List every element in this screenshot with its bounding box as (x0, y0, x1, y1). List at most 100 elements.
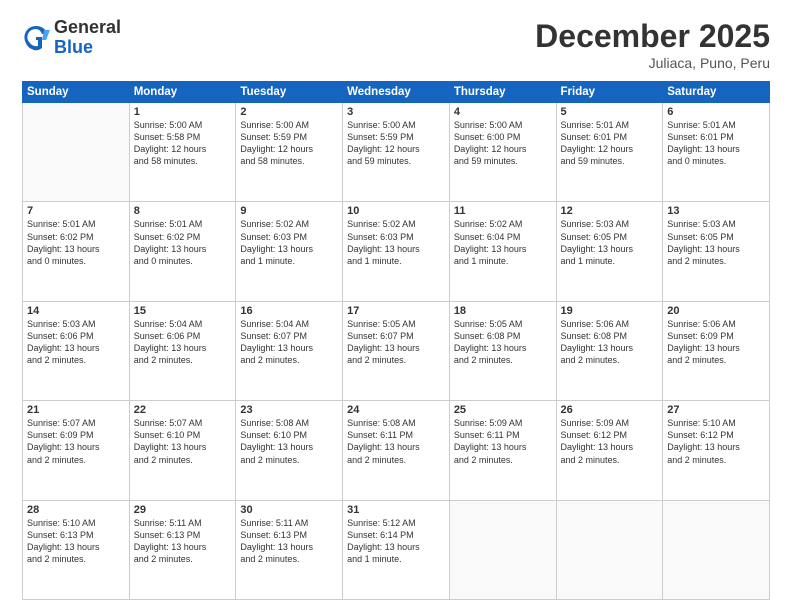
calendar-cell: 7Sunrise: 5:01 AM Sunset: 6:02 PM Daylig… (23, 202, 130, 301)
day-info: Sunrise: 5:06 AM Sunset: 6:08 PM Dayligh… (561, 318, 659, 367)
day-number: 29 (134, 504, 232, 516)
day-number: 28 (27, 504, 125, 516)
day-number: 9 (240, 205, 338, 217)
day-info: Sunrise: 5:10 AM Sunset: 6:12 PM Dayligh… (667, 417, 765, 466)
day-info: Sunrise: 5:11 AM Sunset: 6:13 PM Dayligh… (134, 517, 232, 566)
day-number: 19 (561, 305, 659, 317)
month-title: December 2025 (535, 18, 770, 55)
day-number: 23 (240, 404, 338, 416)
day-info: Sunrise: 5:00 AM Sunset: 5:59 PM Dayligh… (347, 119, 445, 168)
calendar-cell: 28Sunrise: 5:10 AM Sunset: 6:13 PM Dayli… (23, 500, 130, 599)
calendar-cell: 5Sunrise: 5:01 AM Sunset: 6:01 PM Daylig… (556, 103, 663, 202)
day-info: Sunrise: 5:01 AM Sunset: 6:01 PM Dayligh… (561, 119, 659, 168)
calendar-cell: 11Sunrise: 5:02 AM Sunset: 6:04 PM Dayli… (449, 202, 556, 301)
page: General Blue December 2025 Juliaca, Puno… (0, 0, 792, 612)
calendar-cell: 26Sunrise: 5:09 AM Sunset: 6:12 PM Dayli… (556, 401, 663, 500)
day-info: Sunrise: 5:07 AM Sunset: 6:10 PM Dayligh… (134, 417, 232, 466)
day-number: 13 (667, 205, 765, 217)
title-block: December 2025 Juliaca, Puno, Peru (535, 18, 770, 71)
calendar-cell: 14Sunrise: 5:03 AM Sunset: 6:06 PM Dayli… (23, 301, 130, 400)
day-number: 30 (240, 504, 338, 516)
calendar-cell: 13Sunrise: 5:03 AM Sunset: 6:05 PM Dayli… (663, 202, 770, 301)
day-number: 21 (27, 404, 125, 416)
day-info: Sunrise: 5:08 AM Sunset: 6:10 PM Dayligh… (240, 417, 338, 466)
day-info: Sunrise: 5:02 AM Sunset: 6:03 PM Dayligh… (347, 218, 445, 267)
calendar-week-row: 7Sunrise: 5:01 AM Sunset: 6:02 PM Daylig… (23, 202, 770, 301)
calendar-week-row: 1Sunrise: 5:00 AM Sunset: 5:58 PM Daylig… (23, 103, 770, 202)
day-info: Sunrise: 5:05 AM Sunset: 6:08 PM Dayligh… (454, 318, 552, 367)
day-number: 3 (347, 106, 445, 118)
calendar-cell: 3Sunrise: 5:00 AM Sunset: 5:59 PM Daylig… (343, 103, 450, 202)
day-number: 18 (454, 305, 552, 317)
logo-blue-text: Blue (54, 38, 121, 58)
day-number: 26 (561, 404, 659, 416)
day-info: Sunrise: 5:00 AM Sunset: 6:00 PM Dayligh… (454, 119, 552, 168)
logo-general-text: General (54, 18, 121, 38)
calendar-cell: 12Sunrise: 5:03 AM Sunset: 6:05 PM Dayli… (556, 202, 663, 301)
day-number: 7 (27, 205, 125, 217)
calendar: SundayMondayTuesdayWednesdayThursdayFrid… (22, 81, 770, 600)
calendar-cell: 21Sunrise: 5:07 AM Sunset: 6:09 PM Dayli… (23, 401, 130, 500)
day-info: Sunrise: 5:02 AM Sunset: 6:04 PM Dayligh… (454, 218, 552, 267)
day-number: 16 (240, 305, 338, 317)
calendar-cell: 9Sunrise: 5:02 AM Sunset: 6:03 PM Daylig… (236, 202, 343, 301)
calendar-week-row: 28Sunrise: 5:10 AM Sunset: 6:13 PM Dayli… (23, 500, 770, 599)
day-info: Sunrise: 5:04 AM Sunset: 6:06 PM Dayligh… (134, 318, 232, 367)
calendar-cell: 8Sunrise: 5:01 AM Sunset: 6:02 PM Daylig… (129, 202, 236, 301)
calendar-cell: 2Sunrise: 5:00 AM Sunset: 5:59 PM Daylig… (236, 103, 343, 202)
day-info: Sunrise: 5:04 AM Sunset: 6:07 PM Dayligh… (240, 318, 338, 367)
day-number: 31 (347, 504, 445, 516)
calendar-cell: 20Sunrise: 5:06 AM Sunset: 6:09 PM Dayli… (663, 301, 770, 400)
logo-icon (22, 24, 50, 52)
calendar-cell: 19Sunrise: 5:06 AM Sunset: 6:08 PM Dayli… (556, 301, 663, 400)
calendar-week-row: 14Sunrise: 5:03 AM Sunset: 6:06 PM Dayli… (23, 301, 770, 400)
day-number: 27 (667, 404, 765, 416)
day-info: Sunrise: 5:09 AM Sunset: 6:11 PM Dayligh… (454, 417, 552, 466)
day-info: Sunrise: 5:01 AM Sunset: 6:01 PM Dayligh… (667, 119, 765, 168)
day-number: 14 (27, 305, 125, 317)
weekday-header-thursday: Thursday (449, 82, 556, 103)
calendar-cell: 1Sunrise: 5:00 AM Sunset: 5:58 PM Daylig… (129, 103, 236, 202)
calendar-cell: 16Sunrise: 5:04 AM Sunset: 6:07 PM Dayli… (236, 301, 343, 400)
day-info: Sunrise: 5:09 AM Sunset: 6:12 PM Dayligh… (561, 417, 659, 466)
day-number: 17 (347, 305, 445, 317)
day-number: 20 (667, 305, 765, 317)
day-number: 1 (134, 106, 232, 118)
day-number: 12 (561, 205, 659, 217)
day-info: Sunrise: 5:08 AM Sunset: 6:11 PM Dayligh… (347, 417, 445, 466)
day-info: Sunrise: 5:02 AM Sunset: 6:03 PM Dayligh… (240, 218, 338, 267)
day-info: Sunrise: 5:12 AM Sunset: 6:14 PM Dayligh… (347, 517, 445, 566)
calendar-cell: 22Sunrise: 5:07 AM Sunset: 6:10 PM Dayli… (129, 401, 236, 500)
calendar-cell: 27Sunrise: 5:10 AM Sunset: 6:12 PM Dayli… (663, 401, 770, 500)
day-number: 6 (667, 106, 765, 118)
calendar-cell (23, 103, 130, 202)
day-number: 11 (454, 205, 552, 217)
day-info: Sunrise: 5:05 AM Sunset: 6:07 PM Dayligh… (347, 318, 445, 367)
weekday-header-wednesday: Wednesday (343, 82, 450, 103)
day-info: Sunrise: 5:01 AM Sunset: 6:02 PM Dayligh… (27, 218, 125, 267)
calendar-cell: 15Sunrise: 5:04 AM Sunset: 6:06 PM Dayli… (129, 301, 236, 400)
day-number: 22 (134, 404, 232, 416)
day-number: 25 (454, 404, 552, 416)
day-info: Sunrise: 5:10 AM Sunset: 6:13 PM Dayligh… (27, 517, 125, 566)
day-number: 8 (134, 205, 232, 217)
weekday-header-saturday: Saturday (663, 82, 770, 103)
header: General Blue December 2025 Juliaca, Puno… (22, 18, 770, 71)
calendar-cell: 18Sunrise: 5:05 AM Sunset: 6:08 PM Dayli… (449, 301, 556, 400)
weekday-header-tuesday: Tuesday (236, 82, 343, 103)
weekday-header-monday: Monday (129, 82, 236, 103)
day-number: 24 (347, 404, 445, 416)
day-number: 10 (347, 205, 445, 217)
logo: General Blue (22, 18, 121, 58)
calendar-cell: 6Sunrise: 5:01 AM Sunset: 6:01 PM Daylig… (663, 103, 770, 202)
calendar-cell: 10Sunrise: 5:02 AM Sunset: 6:03 PM Dayli… (343, 202, 450, 301)
day-info: Sunrise: 5:07 AM Sunset: 6:09 PM Dayligh… (27, 417, 125, 466)
calendar-cell: 29Sunrise: 5:11 AM Sunset: 6:13 PM Dayli… (129, 500, 236, 599)
calendar-cell (663, 500, 770, 599)
location: Juliaca, Puno, Peru (535, 55, 770, 71)
day-number: 4 (454, 106, 552, 118)
calendar-cell: 4Sunrise: 5:00 AM Sunset: 6:00 PM Daylig… (449, 103, 556, 202)
weekday-header-friday: Friday (556, 82, 663, 103)
weekday-header-sunday: Sunday (23, 82, 130, 103)
day-info: Sunrise: 5:03 AM Sunset: 6:05 PM Dayligh… (667, 218, 765, 267)
